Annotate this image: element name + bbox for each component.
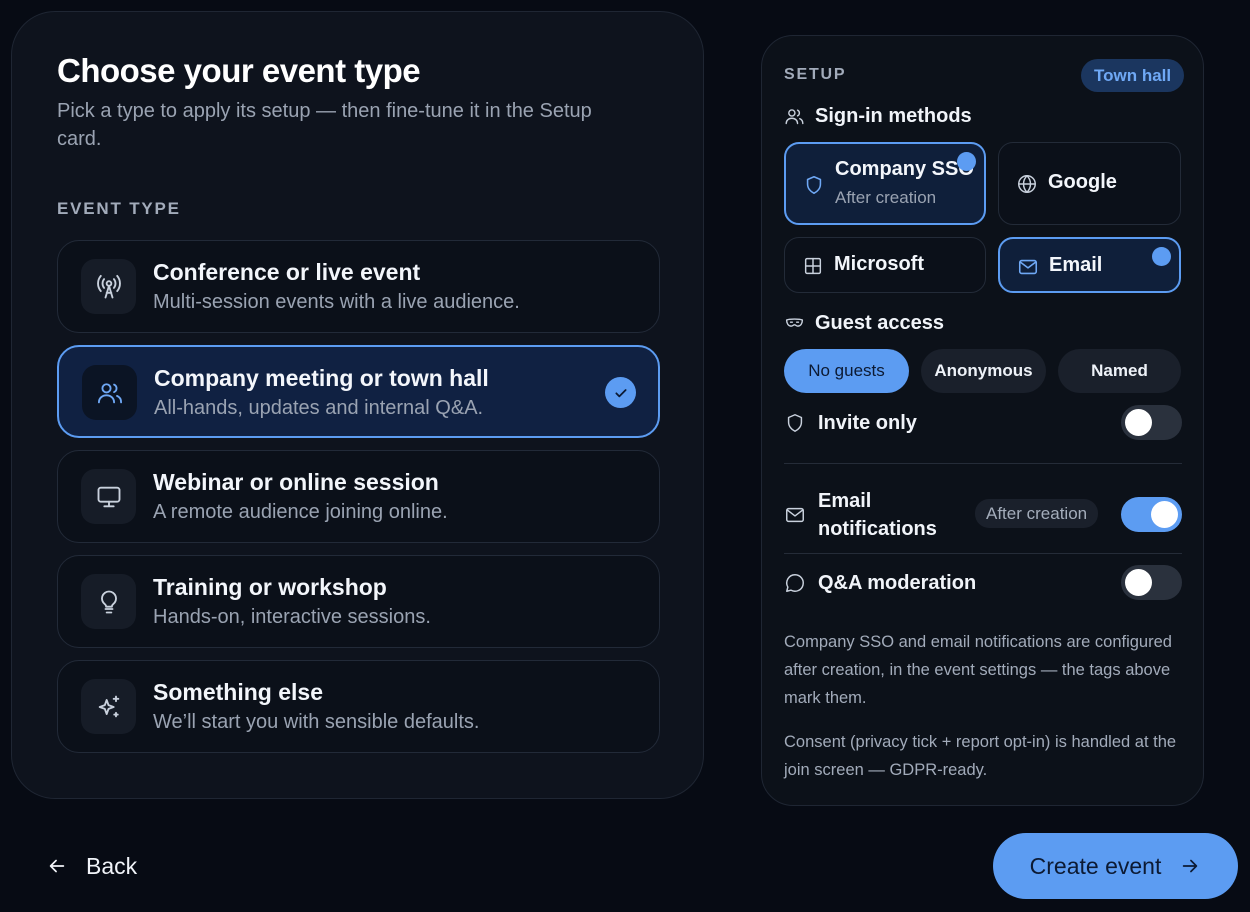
broadcast-icon — [81, 259, 136, 314]
signin-method-email[interactable]: Email — [998, 237, 1181, 293]
event-type-label: EVENT TYPE — [57, 199, 181, 218]
page-title: Choose your event type — [57, 52, 421, 89]
email-notifications-row: Email notifications After creation — [784, 487, 1182, 543]
signin-method-microsoft[interactable]: Microsoft — [784, 237, 986, 293]
configuration-note: Company SSO and email notifications are … — [784, 633, 1172, 707]
guest-option-no-guests[interactable]: No guests — [784, 349, 909, 393]
event-option-conference[interactable]: Conference or live event Multi-session e… — [57, 240, 660, 333]
divider — [784, 463, 1182, 464]
signin-method-label: Email — [1049, 254, 1103, 276]
sparkles-icon — [81, 679, 136, 734]
mail-icon — [784, 504, 806, 526]
event-type-badge: Town hall — [1081, 59, 1185, 92]
monitor-icon — [81, 469, 136, 524]
shield-icon — [803, 174, 825, 196]
signin-method-label: Microsoft — [834, 253, 924, 275]
event-type-card: Choose your event type Pick a type to ap… — [11, 11, 704, 799]
mail-icon — [1017, 256, 1039, 278]
toggle-knob — [1151, 501, 1178, 528]
qa-moderation-toggle[interactable] — [1121, 565, 1182, 600]
divider — [784, 553, 1182, 554]
chat-bubble-icon — [784, 572, 806, 594]
invite-only-row: Invite only — [784, 405, 1182, 441]
users-icon — [82, 365, 137, 420]
option-title: Conference or live event — [153, 259, 421, 285]
option-title: Training or workshop — [153, 574, 387, 600]
qa-moderation-label: Q&A moderation — [818, 572, 977, 594]
after-creation-tag: After creation — [975, 499, 1099, 528]
option-description: All-hands, updates and internal Q&A. — [154, 397, 484, 419]
page-subtitle: Pick a type to apply its setup — then fi… — [57, 100, 592, 150]
option-description: A remote audience joining online. — [153, 501, 448, 523]
check-icon — [605, 377, 636, 408]
after-creation-tag: After creation — [835, 188, 937, 207]
setup-label: SETUP — [784, 66, 847, 83]
guest-access-heading: Guest access — [784, 312, 944, 335]
selected-indicator — [1152, 247, 1171, 266]
grid-icon — [802, 255, 824, 277]
invite-only-toggle[interactable] — [1121, 405, 1182, 440]
event-option-something-else[interactable]: Something else We’ll start you with sens… — [57, 660, 660, 753]
option-title: Company meeting or town hall — [154, 365, 489, 391]
shield-icon — [784, 412, 806, 434]
signin-method-label: Company SSO — [835, 158, 974, 180]
selected-indicator — [957, 152, 976, 171]
event-option-town-hall[interactable]: Company meeting or town hall All-hands, … — [57, 345, 660, 438]
option-description: We’ll start you with sensible defaults. — [153, 711, 480, 733]
globe-icon — [1016, 173, 1038, 195]
option-description: Multi-session events with a live audienc… — [153, 291, 520, 313]
event-option-webinar[interactable]: Webinar or online session A remote audie… — [57, 450, 660, 543]
lightbulb-icon — [81, 574, 136, 629]
arrow-left-icon — [46, 855, 68, 877]
sign-in-methods-heading: Sign-in methods — [784, 105, 972, 128]
email-notifications-label: Email notifications — [818, 490, 937, 540]
create-event-label: Create event — [1029, 852, 1162, 879]
invite-only-label: Invite only — [818, 412, 917, 434]
option-title: Webinar or online session — [153, 469, 439, 495]
signin-method-label: Google — [1048, 171, 1117, 193]
guest-option-named[interactable]: Named — [1058, 349, 1181, 393]
sign-in-methods-label: Sign-in methods — [815, 105, 972, 127]
back-button[interactable]: Back — [46, 848, 137, 884]
qa-moderation-row: Q&A moderation — [784, 565, 1182, 601]
signin-method-company-sso[interactable]: Company SSO After creation — [784, 142, 986, 225]
create-event-button[interactable]: Create event — [993, 833, 1238, 899]
toggle-knob — [1125, 569, 1152, 596]
setup-card: SETUP Town hall Sign-in methods Company … — [761, 35, 1204, 806]
toggle-knob — [1125, 409, 1152, 436]
users-icon — [784, 106, 805, 127]
option-title: Something else — [153, 679, 323, 705]
consent-note: Consent (privacy tick + report opt-in) i… — [784, 733, 1177, 779]
arrow-right-icon — [1179, 855, 1201, 877]
mask-icon — [784, 313, 805, 334]
signin-method-google[interactable]: Google — [998, 142, 1181, 225]
email-notifications-toggle[interactable] — [1121, 497, 1182, 532]
guest-access-label: Guest access — [815, 312, 944, 334]
event-option-training[interactable]: Training or workshop Hands-on, interacti… — [57, 555, 660, 648]
guest-option-anonymous[interactable]: Anonymous — [921, 349, 1046, 393]
back-label: Back — [86, 852, 138, 879]
option-description: Hands-on, interactive sessions. — [153, 606, 431, 628]
